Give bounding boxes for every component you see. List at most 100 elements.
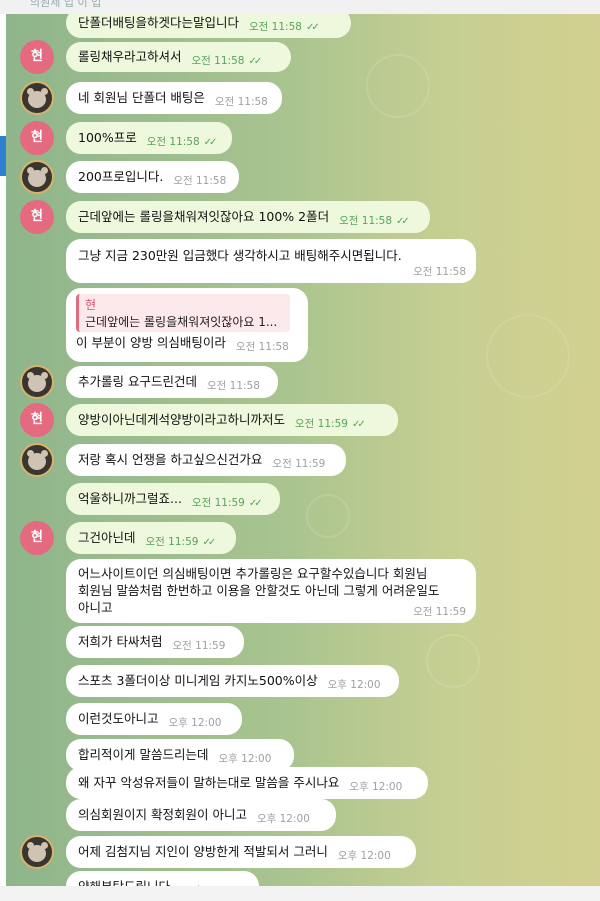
message-text: 양방이아닌데게석양방이라고하니까저도 bbox=[78, 412, 286, 427]
read-receipt-icon: ✓✓ bbox=[202, 537, 216, 548]
message-meta: 오전 11:58 ✓✓ bbox=[249, 14, 320, 43]
incoming-message-bubble[interactable]: 어느사이트이던 의심배팅이면 추가롤링은 요구할수있습니다 회원님회원님 말씀처… bbox=[66, 559, 476, 623]
message-timestamp: 오후 12:00 bbox=[337, 850, 391, 862]
message-text-line: 어느사이트이던 의심배팅이면 추가롤링은 요구할수있습니다 회원님 bbox=[78, 566, 428, 581]
background-doodle bbox=[306, 494, 350, 538]
message-meta: 오전 11:58 ✓✓ bbox=[146, 126, 218, 159]
incoming-message-bubble[interactable]: 저희가 타싸처럼 오전 11:59 bbox=[66, 626, 244, 658]
incoming-message-bubble[interactable]: 200프로입니다. 오전 11:58 bbox=[66, 161, 239, 193]
message-meta: 오후 12:00 bbox=[349, 771, 402, 803]
agent-avatar-photo[interactable] bbox=[20, 443, 54, 477]
reply-quote-sender: 현 bbox=[85, 298, 97, 312]
message-text: 양해부탁드립니다. bbox=[78, 871, 174, 886]
sender-avatar-hyun[interactable]: 현 bbox=[20, 121, 54, 155]
chat-message-area[interactable]: 단폴더배팅을하겟다는말입니다 오전 11:58 ✓✓ 롤링채우라고하셔서 오전 11:5… bbox=[6, 14, 600, 886]
message-meta: 오전 11:59 bbox=[172, 630, 225, 662]
incoming-message-bubble[interactable]: 양해부탁드립니다. 오후 12:00 bbox=[66, 871, 259, 886]
composer-area bbox=[0, 886, 600, 901]
message-meta: 오후 12:00 bbox=[184, 875, 237, 886]
agent-avatar-photo[interactable] bbox=[20, 835, 54, 869]
agent-avatar-photo[interactable] bbox=[20, 160, 54, 194]
message-meta: 오후 12:00 bbox=[169, 707, 222, 739]
message-meta: 오전 11:59 ✓✓ bbox=[192, 487, 263, 520]
sender-avatar-hyun[interactable]: 현 bbox=[20, 40, 54, 74]
message-text-line: 회원님 말씀처럼 한번하고 이용을 안할것도 아닌데 그렇게 어려운일도 bbox=[78, 583, 440, 598]
message-text: 그건아닌데 bbox=[78, 530, 136, 545]
background-doodle bbox=[426, 634, 480, 688]
agent-avatar-photo[interactable] bbox=[20, 81, 54, 115]
message-timestamp: 오전 11:58 bbox=[249, 21, 302, 33]
message-timestamp: 오전 11:58 bbox=[173, 175, 227, 187]
message-text: 단폴더배팅을하겟다는말입니다 bbox=[78, 15, 240, 30]
background-doodle bbox=[486, 314, 570, 398]
message-timestamp: 오전 11:59 bbox=[172, 640, 226, 652]
read-receipt-icon: ✓✓ bbox=[203, 137, 218, 148]
incoming-message-bubble[interactable]: 추가롤링 요구드린건데 오전 11:58 bbox=[66, 366, 278, 398]
outgoing-message-bubble[interactable]: 롤링채우라고하셔서 오전 11:58 ✓✓ bbox=[66, 42, 291, 72]
incoming-message-bubble[interactable]: 저랑 혹시 언쟁을 하고싶으신건가요 오전 11:59 bbox=[66, 444, 346, 476]
message-text: 이 부분이 양방 의심배팅이라 bbox=[76, 335, 226, 350]
message-text: 어제 김첨지님 지인이 양방한게 적발되서 그러니 bbox=[78, 844, 328, 859]
read-receipt-icon: ✓✓ bbox=[396, 216, 410, 227]
avatar-photo-shape bbox=[28, 170, 46, 187]
outgoing-message-bubble[interactable]: 그건아닌데 오전 11:59 ✓✓ bbox=[66, 522, 236, 554]
outgoing-message-bubble[interactable]: 억울하니까그럴죠... 오전 11:59 ✓✓ bbox=[66, 483, 280, 515]
incoming-message-bubble[interactable]: 왜 자꾸 악성유저들이 말하는대로 말씀을 주시나요 오후 12:00 bbox=[66, 767, 428, 799]
outgoing-message-bubble[interactable]: 단폴더배팅을하겟다는말입니다 오전 11:58 ✓✓ bbox=[66, 14, 351, 38]
message-meta: 오후 12:00 bbox=[338, 840, 391, 872]
message-timestamp: 오전 11:58 bbox=[235, 341, 289, 353]
message-meta: 오후 12:00 bbox=[257, 803, 310, 835]
message-text: 저희가 타싸처럼 bbox=[78, 634, 163, 649]
message-timestamp: 오후 12:00 bbox=[168, 717, 222, 729]
outgoing-message-bubble[interactable]: 근데앞에는 롤링을채워져잇잖아요 100% 2폴더 오전 11:58 ✓✓ bbox=[66, 201, 430, 233]
incoming-message-bubble[interactable]: 현근데앞에는 롤링을채워져잇잖아요 1... 이 부분이 양방 의심배팅이라 오전 … bbox=[66, 288, 308, 362]
message-timestamp: 오후 12:00 bbox=[218, 753, 272, 765]
message-timestamp: 오전 11:58 bbox=[191, 55, 245, 67]
sender-avatar-hyun[interactable]: 현 bbox=[20, 403, 54, 437]
agent-avatar-photo[interactable] bbox=[20, 365, 54, 399]
message-timestamp: 오전 11:59 bbox=[295, 418, 348, 430]
sender-avatar-hyun[interactable]: 현 bbox=[20, 521, 54, 555]
message-text: 네 회원님 단폴더 배팅은 bbox=[78, 90, 205, 105]
message-meta: 오전 11:58 ✓✓ bbox=[339, 205, 410, 238]
message-timestamp: 오후 12:00 bbox=[349, 781, 403, 793]
message-text: 200프로입니다. bbox=[78, 169, 164, 184]
message-text: 억울하니까그럴죠... bbox=[78, 491, 182, 506]
background-doodle bbox=[366, 54, 430, 118]
message-text: 저랑 혹시 언쟁을 하고싶으신건가요 bbox=[78, 452, 263, 467]
reply-quote[interactable]: 현근데앞에는 롤링을채워져잇잖아요 1... bbox=[76, 294, 290, 332]
message-timestamp: 오전 11:58 bbox=[206, 380, 260, 392]
message-timestamp: 오후 12:00 bbox=[327, 679, 381, 691]
message-meta: 오후 12:00 bbox=[328, 669, 381, 701]
read-receipt-icon: ✓✓ bbox=[305, 22, 320, 33]
message-text-line: 아니고 bbox=[78, 600, 113, 615]
message-text: 롤링채우라고하셔서 bbox=[78, 49, 182, 64]
message-meta: 오전 11:58 bbox=[173, 165, 226, 197]
incoming-message-bubble[interactable]: 어제 김첨지님 지인이 양방한게 적발되서 그러니 오후 12:00 bbox=[66, 836, 416, 868]
incoming-message-bubble[interactable]: 네 회원님 단폴더 배팅은 오전 11:58 bbox=[66, 82, 282, 114]
incoming-message-bubble[interactable]: 그냥 지금 230만원 입금했다 생각하시고 배팅해주시면됩니다. 오전 11:5… bbox=[66, 239, 476, 283]
message-text: 스포츠 3폴더이상 미니게임 카지노500%이상 bbox=[78, 673, 318, 688]
message-text: 근데앞에는 롤링을채워져잇잖아요 100% 2폴더 bbox=[78, 209, 330, 224]
read-receipt-icon: ✓✓ bbox=[351, 419, 366, 430]
incoming-message-bubble[interactable]: 의심회원이지 확정회원이 아니고 오후 12:00 bbox=[66, 799, 336, 831]
message-meta: 오전 11:59 bbox=[272, 448, 325, 480]
message-timestamp: 오전 11:58 bbox=[413, 266, 466, 278]
reply-quote-text: 근데앞에는 롤링을채워져잇잖아요 1... bbox=[85, 315, 278, 329]
message-text: 100%프로 bbox=[78, 130, 137, 145]
selection-indicator bbox=[0, 136, 6, 176]
message-timestamp: 오전 11:59 bbox=[272, 458, 326, 470]
avatar-photo-shape bbox=[28, 91, 46, 108]
avatar-photo-shape bbox=[28, 845, 46, 862]
sender-avatar-hyun[interactable]: 현 bbox=[20, 200, 54, 234]
message-text: 왜 자꾸 악성유저들이 말하는대로 말씀을 주시나요 bbox=[78, 775, 340, 790]
message-timestamp: 오전 11:59 bbox=[413, 606, 466, 618]
avatar-photo-shape bbox=[28, 453, 46, 470]
message-text: 이런것도아니고 bbox=[78, 711, 159, 726]
incoming-message-bubble[interactable]: 이런것도아니고 오후 12:00 bbox=[66, 703, 242, 735]
outgoing-message-bubble[interactable]: 100%프로 오전 11:58 ✓✓ bbox=[66, 122, 232, 154]
incoming-message-bubble[interactable]: 스포츠 3폴더이상 미니게임 카지노500%이상 오후 12:00 bbox=[66, 665, 399, 697]
message-timestamp: 오전 11:58 bbox=[214, 96, 268, 108]
outgoing-message-bubble[interactable]: 양방이아닌데게석양방이라고하니까저도 오전 11:59 ✓✓ bbox=[66, 404, 398, 436]
message-timestamp: 오전 11:58 bbox=[146, 136, 200, 148]
